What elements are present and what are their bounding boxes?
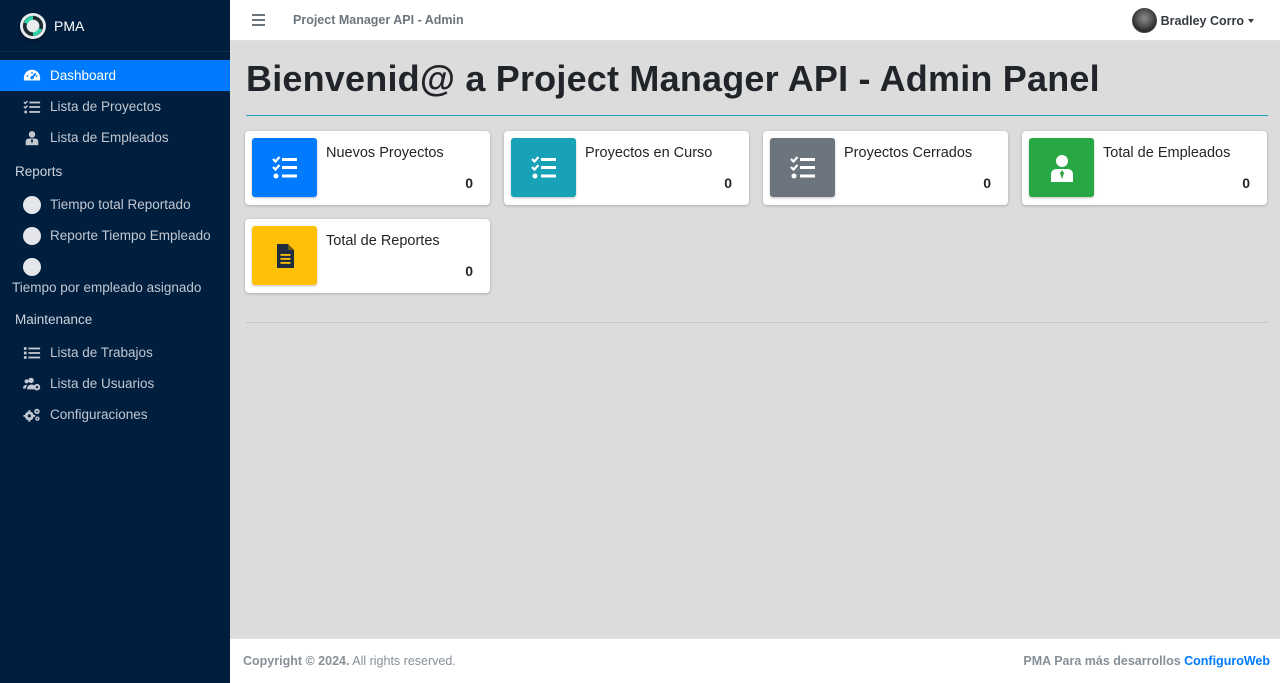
card-total-empleados[interactable]: Total de Empleados 0 (1022, 131, 1267, 205)
brand-name: PMA (54, 17, 85, 34)
user-tie-icon (22, 129, 42, 147)
topbar: Project Manager API - Admin Bradley Corr… (230, 0, 1280, 41)
sidebar-item-reporte-tiempo[interactable]: Reporte Tiempo Empleado (0, 220, 230, 251)
users-cog-icon (22, 375, 42, 393)
card-label: Proyectos en Curso (585, 145, 713, 161)
card-label: Total de Empleados (1103, 145, 1231, 161)
user-name: Bradley Corro (1160, 13, 1244, 28)
sidebar-item-label: Reporte Tiempo Empleado (50, 228, 211, 243)
sidebar-item-proyectos[interactable]: Lista de Proyectos (0, 91, 230, 122)
hamburger-menu-icon[interactable] (252, 14, 265, 26)
tachometer-icon (22, 67, 42, 85)
topbar-title: Project Manager API - Admin (293, 13, 464, 27)
copyright-bold: Copyright © 2024. (243, 654, 350, 668)
title-divider (246, 115, 1268, 116)
circle-icon (22, 226, 42, 245)
footer-credits: PMA Para más desarrollos ConfiguroWeb (1023, 654, 1270, 668)
card-total-reportes[interactable]: Total de Reportes 0 (245, 219, 490, 293)
sidebar-item-usuarios[interactable]: Lista de Usuarios (0, 368, 230, 399)
user-menu[interactable]: Bradley Corro (1131, 8, 1254, 33)
circle-icon (22, 257, 42, 276)
sidebar-item-label: Tiempo total Reportado (50, 197, 191, 212)
card-value: 0 (1242, 175, 1250, 191)
configuroweb-link[interactable]: ConfiguroWeb (1184, 654, 1270, 668)
brand-logo-icon (20, 12, 46, 39)
sidebar-nav: Dashboard Lista de Proyectos Lista de Em… (0, 60, 230, 430)
brand-link[interactable]: PMA (0, 0, 230, 52)
sidebar-item-empleados[interactable]: Lista de Empleados (0, 122, 230, 153)
nav-header-maintenance: Maintenance (15, 311, 93, 327)
sidebar-item-label: Configuraciones (50, 407, 148, 422)
circle-icon (22, 195, 42, 214)
card-nuevos-proyectos[interactable]: Nuevos Proyectos 0 (245, 131, 490, 205)
copyright-rest: All rights reserved. (349, 654, 456, 668)
caret-down-icon (1248, 18, 1254, 23)
card-proyectos-en-curso[interactable]: Proyectos en Curso 0 (504, 131, 749, 205)
file-alt-icon (252, 226, 317, 285)
credits-text: PMA Para más desarrollos (1023, 654, 1185, 668)
tasks-icon (252, 138, 317, 197)
sidebar-item-configuraciones[interactable]: Configuraciones (0, 399, 230, 430)
cogs-icon (22, 406, 42, 424)
sidebar-item-label: Tiempo por empleado asignado (12, 279, 202, 295)
sidebar-item-tiempo-total[interactable]: Tiempo total Reportado (0, 189, 230, 220)
card-label: Total de Reportes (326, 233, 440, 249)
content-divider (246, 322, 1268, 323)
sidebar-item-label: Lista de Proyectos (50, 99, 162, 114)
card-value: 0 (724, 175, 732, 191)
nav-header-reports: Reports (15, 163, 63, 179)
sidebar-item-label: Dashboard (50, 68, 117, 83)
sidebar-item-label: Lista de Trabajos (50, 345, 153, 360)
card-label: Proyectos Cerrados (844, 145, 973, 161)
card-label: Nuevos Proyectos (326, 145, 444, 161)
sidebar: PMA Dashboard Lista de Proyectos Lista d… (0, 0, 230, 683)
sidebar-item-trabajos[interactable]: Lista de Trabajos (0, 337, 230, 368)
card-value: 0 (465, 175, 473, 191)
tasks-icon (770, 138, 835, 197)
card-value: 0 (465, 263, 473, 279)
list-icon (22, 344, 42, 362)
footer-copyright: Copyright © 2024. All rights reserved. (243, 654, 456, 668)
footer: Copyright © 2024. All rights reserved. P… (230, 638, 1280, 683)
card-value: 0 (983, 175, 991, 191)
sidebar-item-label: Lista de Usuarios (50, 376, 155, 391)
tasks-icon (511, 138, 576, 197)
page-title: Bienvenid@ a Project Manager API - Admin… (246, 58, 1100, 99)
sidebar-item-label: Lista de Empleados (50, 130, 169, 145)
sidebar-item-dashboard[interactable]: Dashboard (0, 60, 230, 91)
user-tie-icon (1029, 138, 1094, 197)
sidebar-item-tiempo-asignado[interactable]: Tiempo por empleado asignado (0, 251, 230, 301)
tasks-icon (22, 98, 42, 116)
avatar (1131, 8, 1157, 33)
card-proyectos-cerrados[interactable]: Proyectos Cerrados 0 (763, 131, 1008, 205)
